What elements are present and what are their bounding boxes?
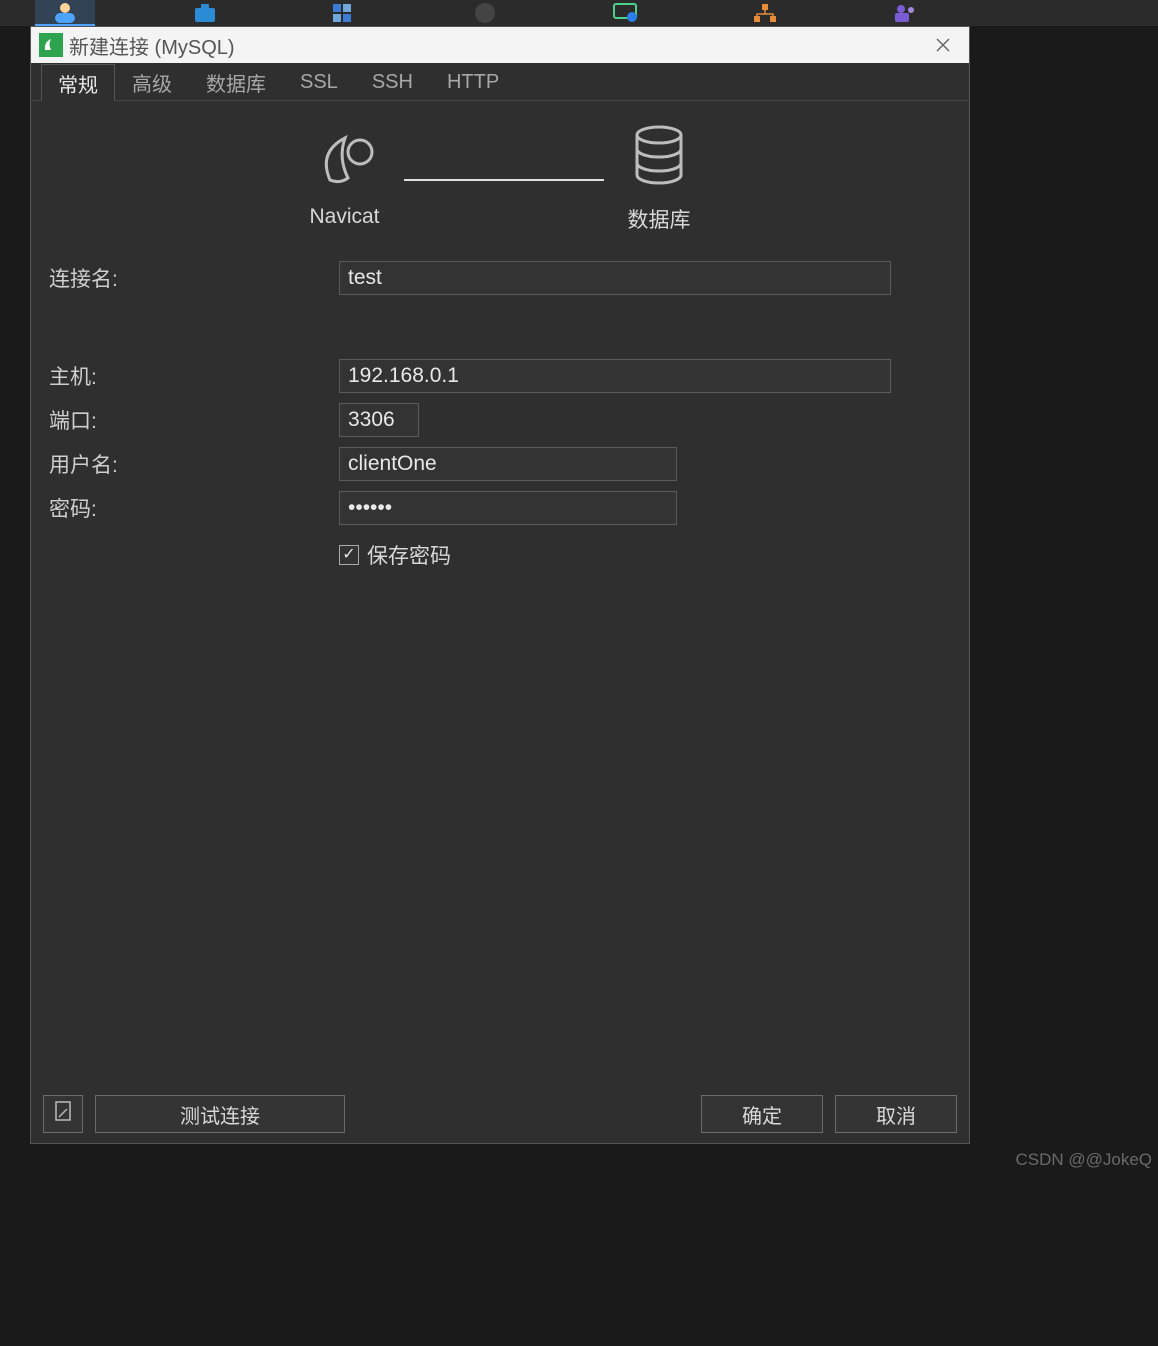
port-label: 端口: [49, 405, 339, 435]
taskbar-item-steam[interactable] [455, 0, 515, 26]
connection-name-label: 连接名: [49, 263, 339, 293]
password-label: 密码: [49, 493, 339, 523]
tab-http[interactable]: HTTP [430, 63, 516, 100]
taskbar-item-briefcase[interactable] [175, 0, 235, 26]
diagram-connector [404, 179, 604, 181]
document-icon [54, 1100, 72, 1128]
taskbar-item-apps[interactable] [315, 0, 375, 26]
navicat-icon [310, 130, 380, 193]
tab-ssl[interactable]: SSL [283, 63, 355, 100]
tab-ssh[interactable]: SSH [355, 63, 430, 100]
new-connection-dialog: 新建连接 (MySQL) 常规 高级 数据库 SSL SSH HTTP Navi… [30, 26, 970, 1144]
tab-general[interactable]: 常规 [41, 64, 115, 101]
taskbar-item-tree[interactable] [735, 0, 795, 26]
titlebar: 新建连接 (MySQL) [31, 27, 969, 63]
ok-button[interactable]: 确定 [701, 1095, 823, 1133]
diagram-right-label: 数据库 [628, 204, 691, 234]
tabbar: 常规 高级 数据库 SSL SSH HTTP [31, 63, 969, 101]
dialog-title: 新建连接 (MySQL) [69, 31, 919, 60]
username-input[interactable] [339, 447, 677, 481]
username-label: 用户名: [49, 449, 339, 479]
taskbar-item-person[interactable] [35, 0, 95, 26]
diagram-left-label: Navicat [309, 205, 379, 229]
host-input[interactable] [339, 359, 891, 393]
test-connection-button[interactable]: 测试连接 [95, 1095, 345, 1133]
taskbar [0, 0, 1158, 26]
dialog-body: Navicat 数据库 连接名: [31, 101, 969, 1085]
save-password-label: 保存密码 [367, 540, 451, 570]
connection-form: 连接名: 主机: 端口: 用户名: 密码: 保存密码 [49, 256, 951, 570]
password-input[interactable] [339, 491, 677, 525]
connection-name-input[interactable] [339, 261, 891, 295]
watermark: CSDN @@JokeQ [1015, 1150, 1152, 1170]
tab-advanced[interactable]: 高级 [115, 63, 189, 100]
taskbar-item-monitor[interactable] [595, 0, 655, 26]
tab-database[interactable]: 数据库 [189, 63, 283, 100]
footer-settings-button[interactable] [43, 1095, 83, 1133]
port-input[interactable] [339, 403, 419, 437]
dialog-footer: 测试连接 确定 取消 [31, 1085, 969, 1143]
connection-diagram: Navicat 数据库 [49, 113, 951, 256]
save-password-checkbox[interactable] [339, 545, 359, 565]
close-icon[interactable] [925, 27, 961, 63]
cancel-button[interactable]: 取消 [835, 1095, 957, 1133]
taskbar-item-teams[interactable] [875, 0, 935, 26]
database-icon [629, 125, 689, 192]
host-label: 主机: [49, 361, 339, 391]
app-icon [39, 33, 63, 57]
